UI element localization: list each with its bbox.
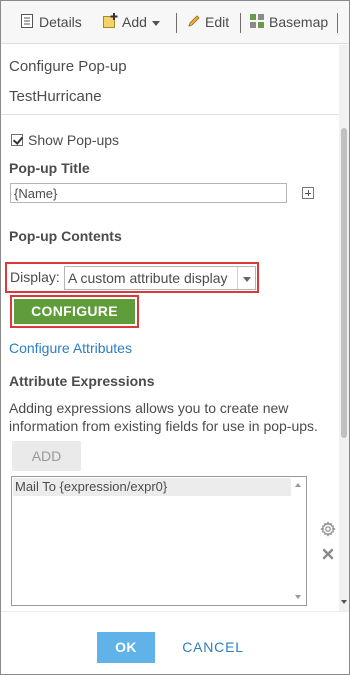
details-icon [19, 13, 35, 32]
show-popups-label: Show Pop-ups [28, 132, 120, 148]
configure-attributes-link[interactable]: Configure Attributes [9, 340, 132, 356]
basemap-button[interactable]: Basemap [249, 12, 328, 32]
popup-title-heading: Pop-up Title [9, 160, 90, 176]
expressions-list[interactable]: Mail To {expression/expr0} [11, 476, 307, 606]
pencil-icon [187, 14, 201, 31]
add-menu-label: Add [122, 14, 147, 30]
basemap-label: Basemap [269, 14, 329, 30]
panel-scroll-thumb[interactable] [341, 128, 347, 438]
insert-field-plus-icon[interactable] [302, 187, 314, 199]
gear-icon[interactable] [320, 521, 336, 537]
layer-name: TestHurricane [9, 88, 102, 105]
ok-button[interactable]: OK [97, 632, 155, 663]
checkbox-checked-icon[interactable] [11, 134, 23, 146]
configure-button[interactable]: CONFIGURE [14, 299, 135, 324]
add-expression-button[interactable]: ADD [12, 441, 81, 471]
display-type-value: A custom attribute display [68, 270, 228, 286]
list-scrollbar[interactable] [291, 477, 306, 605]
add-icon [102, 12, 118, 32]
add-menu-button[interactable]: Add [102, 12, 160, 32]
attribute-expressions-help: Adding expressions allows you to create … [9, 400, 318, 434]
attribute-expressions-heading: Attribute Expressions [9, 373, 155, 389]
display-type-select[interactable]: A custom attribute display [64, 266, 256, 290]
chevron-down-icon [151, 20, 160, 26]
toolbar-divider [337, 13, 338, 33]
details-label: Details [39, 14, 82, 30]
footer-divider [1, 611, 349, 612]
details-button[interactable]: Details [19, 12, 82, 32]
close-icon[interactable] [321, 547, 335, 561]
map-toolbar: Details Add Edit Basemap [1, 1, 349, 44]
panel-title: Configure Pop-up [9, 58, 127, 75]
scroll-down-arrow-icon[interactable] [341, 600, 347, 604]
scroll-down-arrow-icon[interactable] [295, 595, 301, 599]
divider [1, 114, 339, 115]
chevron-down-icon[interactable] [237, 267, 255, 289]
edit-label: Edit [205, 14, 230, 30]
list-item[interactable]: Mail To {expression/expr0} [13, 478, 291, 496]
show-popups-checkbox[interactable]: Show Pop-ups [11, 132, 119, 148]
toolbar-divider [176, 13, 177, 33]
cancel-button[interactable]: CANCEL [181, 632, 245, 663]
popup-title-input[interactable] [10, 183, 287, 203]
basemap-grid-icon [249, 13, 265, 32]
popup-contents-heading: Pop-up Contents [9, 228, 122, 244]
scroll-up-arrow-icon[interactable] [295, 483, 301, 487]
display-label: Display: [10, 269, 60, 285]
toolbar-divider [240, 13, 241, 33]
edit-button[interactable]: Edit [187, 12, 229, 32]
